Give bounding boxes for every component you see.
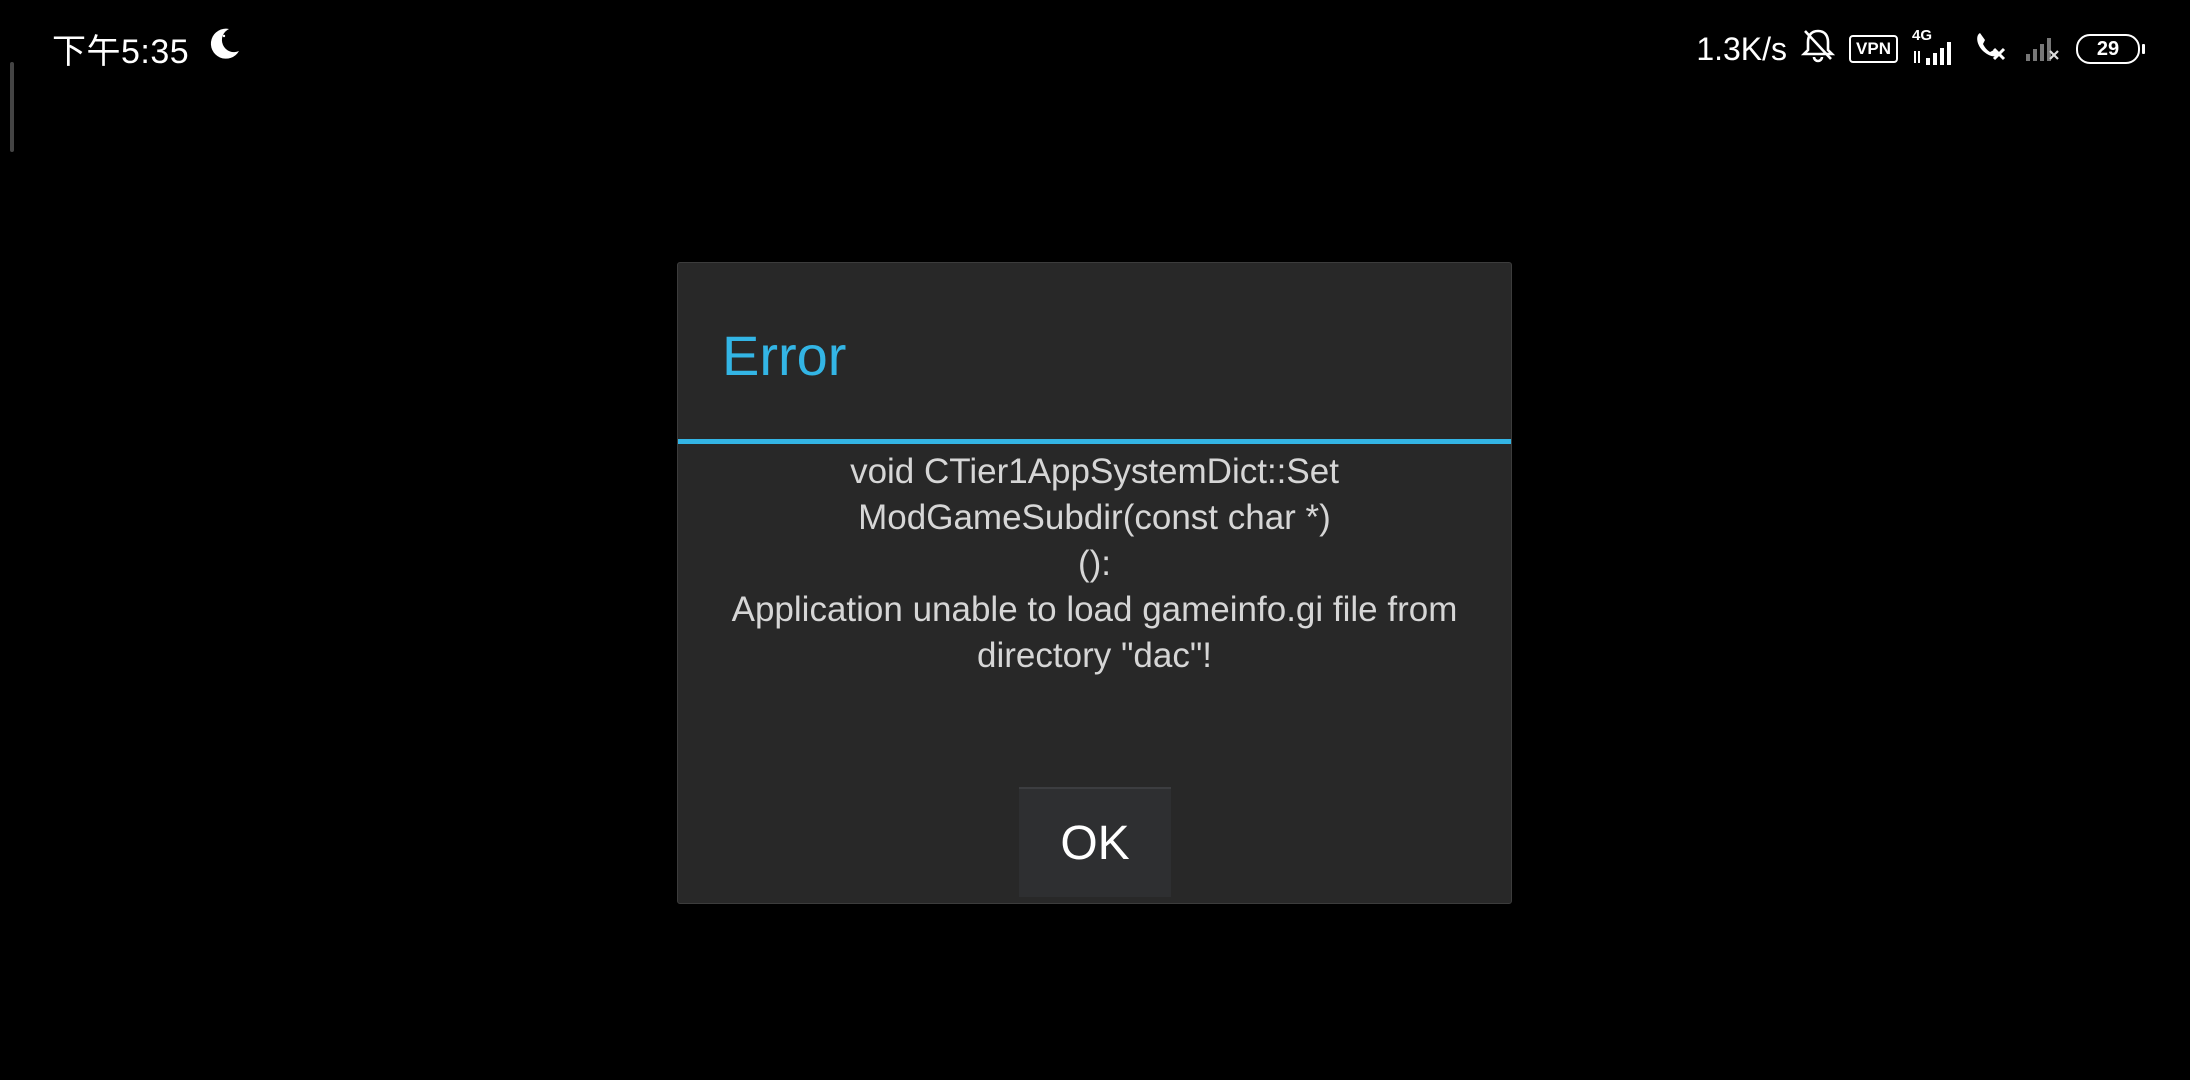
bell-muted-icon (1800, 27, 1836, 71)
message-line: Application unable to load gameinfo.gi f… (731, 590, 1458, 629)
moon-icon (205, 25, 243, 72)
status-bar-right: 1.3K/s VPN 4G 29 (1696, 24, 2145, 74)
ok-button[interactable]: OK (1019, 787, 1171, 897)
message-line: ModGameSubdir(const char *) (858, 498, 1331, 537)
signal-bars-icon: 4G (1912, 27, 1958, 67)
edge-gesture-handle[interactable] (10, 62, 14, 152)
no-signal-icon (2022, 27, 2062, 71)
message-line: void CTier1AppSystemDict::Set (850, 452, 1339, 491)
message-line: directory "dac"! (977, 636, 1212, 675)
title-divider (678, 439, 1511, 444)
dialog-message: void CTier1AppSystemDict::Set ModGameSub… (678, 449, 1511, 679)
screen: 下午5:35 1.3K/s VPN 4G 29 Error void CTier… (0, 0, 2190, 1080)
network-speed: 1.3K/s (1696, 30, 1788, 67)
battery-icon: 29 (2076, 34, 2145, 64)
battery-level: 29 (2096, 37, 2120, 60)
status-bar-left: 下午5:35 (52, 22, 243, 74)
call-missed-icon (1972, 27, 2008, 71)
error-dialog: Error void CTier1AppSystemDict::Set ModG… (677, 262, 1512, 904)
message-line: (): (1077, 544, 1112, 583)
dialog-title: Error (722, 324, 847, 387)
vpn-badge: VPN (1849, 35, 1898, 63)
status-time: 下午5:35 (52, 32, 190, 71)
